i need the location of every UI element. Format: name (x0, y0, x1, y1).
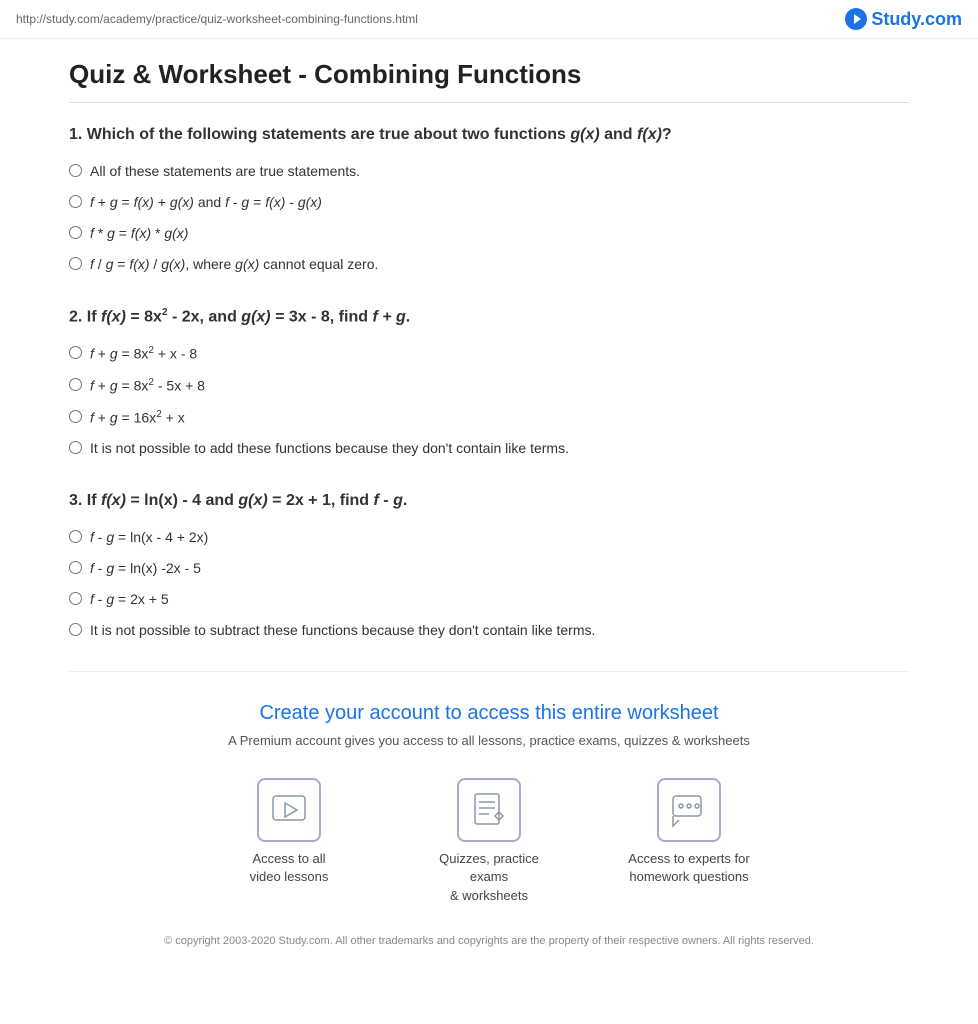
top-bar: http://study.com/academy/practice/quiz-w… (0, 0, 978, 39)
radio-1-4[interactable] (69, 257, 82, 270)
question-1: 1. Which of the following statements are… (69, 123, 909, 275)
quiz-icon (457, 778, 521, 842)
radio-2-2[interactable] (69, 378, 82, 391)
chat-icon (657, 778, 721, 842)
option-1-4[interactable]: f / g = f(x) / g(x), where g(x) cannot e… (69, 254, 909, 275)
option-1-1-label: All of these statements are true stateme… (90, 161, 360, 182)
feature-quiz-text: Quizzes, practice exams& worksheets (419, 850, 559, 905)
logo: Study.com (845, 8, 962, 30)
cta-section: Create your account to access this entir… (69, 671, 909, 967)
feature-expert: Access to experts forhomework questions (619, 778, 759, 905)
feature-video: Access to allvideo lessons (219, 778, 359, 905)
option-1-1[interactable]: All of these statements are true stateme… (69, 161, 909, 182)
option-1-2-label: f + g = f(x) + g(x) and f - g = f(x) - g… (90, 192, 322, 213)
option-2-1[interactable]: f + g = 8x2 + x - 8 (69, 343, 909, 365)
question-3-title: 3. If f(x) = ln(x) - 4 and g(x) = 2x + 1… (69, 489, 909, 513)
radio-1-3[interactable] (69, 226, 82, 239)
option-3-2-label: f - g = ln(x) -2x - 5 (90, 558, 201, 579)
radio-3-1[interactable] (69, 530, 82, 543)
option-1-2[interactable]: f + g = f(x) + g(x) and f - g = f(x) - g… (69, 192, 909, 213)
feature-video-text: Access to allvideo lessons (250, 850, 329, 886)
option-3-4-label: It is not possible to subtract these fun… (90, 620, 595, 641)
option-1-3-label: f * g = f(x) * g(x) (90, 223, 188, 244)
option-2-1-label: f + g = 8x2 + x - 8 (90, 343, 197, 365)
question-3: 3. If f(x) = ln(x) - 4 and g(x) = 2x + 1… (69, 489, 909, 641)
radio-2-3[interactable] (69, 410, 82, 423)
url-bar: http://study.com/academy/practice/quiz-w… (16, 12, 418, 26)
option-3-4[interactable]: It is not possible to subtract these fun… (69, 620, 909, 641)
logo-text: Study.com (871, 9, 962, 30)
option-2-3[interactable]: f + g = 16x2 + x (69, 407, 909, 429)
radio-1-2[interactable] (69, 195, 82, 208)
option-3-1-label: f - g = ln(x - 4 + 2x) (90, 527, 208, 548)
video-icon (257, 778, 321, 842)
option-2-4[interactable]: It is not possible to add these function… (69, 438, 909, 459)
radio-3-3[interactable] (69, 592, 82, 605)
option-1-3[interactable]: f * g = f(x) * g(x) (69, 223, 909, 244)
option-3-3[interactable]: f - g = 2x + 5 (69, 589, 909, 610)
option-3-2[interactable]: f - g = ln(x) -2x - 5 (69, 558, 909, 579)
question-2-title: 2. If f(x) = 8x2 - 2x, and g(x) = 3x - 8… (69, 305, 909, 329)
feature-quiz: Quizzes, practice exams& worksheets (419, 778, 559, 905)
features-container: Access to allvideo lessons Quizzes, prac… (89, 778, 889, 905)
question-1-title: 1. Which of the following statements are… (69, 123, 909, 147)
option-1-4-label: f / g = f(x) / g(x), where g(x) cannot e… (90, 254, 378, 275)
option-3-1[interactable]: f - g = ln(x - 4 + 2x) (69, 527, 909, 548)
option-3-3-label: f - g = 2x + 5 (90, 589, 169, 610)
option-2-2[interactable]: f + g = 8x2 - 5x + 8 (69, 375, 909, 397)
radio-1-1[interactable] (69, 164, 82, 177)
radio-3-2[interactable] (69, 561, 82, 574)
radio-2-4[interactable] (69, 441, 82, 454)
feature-expert-text: Access to experts forhomework questions (628, 850, 749, 886)
radio-3-4[interactable] (69, 623, 82, 636)
option-2-3-label: f + g = 16x2 + x (90, 407, 185, 429)
page-title: Quiz & Worksheet - Combining Functions (69, 59, 909, 103)
option-2-2-label: f + g = 8x2 - 5x + 8 (90, 375, 205, 397)
cta-title: Create your account to access this entir… (89, 702, 889, 725)
cta-subtitle: A Premium account gives you access to al… (89, 733, 889, 748)
question-2: 2. If f(x) = 8x2 - 2x, and g(x) = 3x - 8… (69, 305, 909, 459)
footer-copyright: © copyright 2003-2020 Study.com. All oth… (89, 935, 889, 947)
logo-play-icon (845, 8, 867, 30)
option-2-4-label: It is not possible to add these function… (90, 438, 569, 459)
radio-2-1[interactable] (69, 346, 82, 359)
